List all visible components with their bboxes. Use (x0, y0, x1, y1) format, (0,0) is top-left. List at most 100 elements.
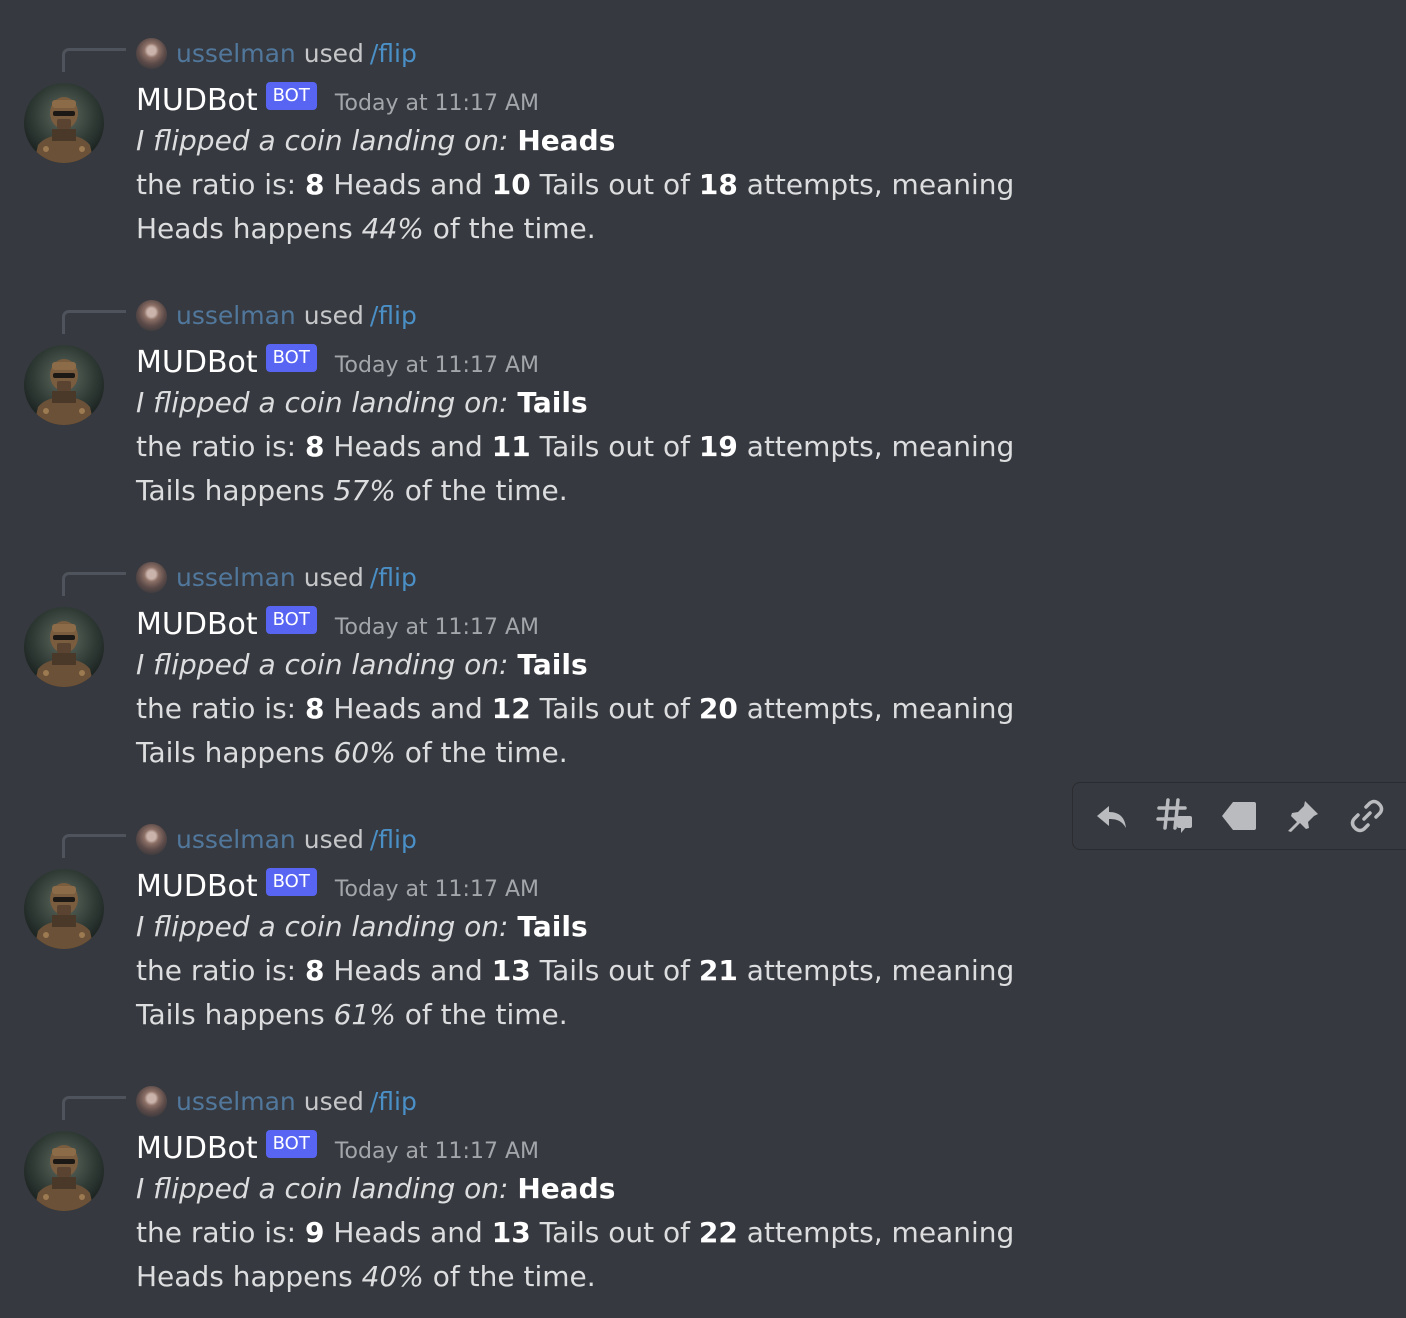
command-reply-context[interactable]: usselman used /flip (136, 1084, 417, 1118)
summary-percent: 57% (333, 474, 396, 507)
flip-result-value: Tails (517, 910, 588, 943)
reply-connector (62, 572, 126, 596)
mark-unread-button[interactable] (1213, 790, 1265, 842)
summary-side: Tails happens (136, 474, 325, 507)
reply-username[interactable]: usselman (176, 1087, 296, 1116)
ratio-lead: the ratio is: (136, 692, 297, 725)
command-reply-context[interactable]: usselman used /flip (136, 298, 417, 332)
reply-connector (62, 1096, 126, 1120)
heads-label: Heads and (333, 430, 483, 463)
ratio-lead: the ratio is: (136, 168, 297, 201)
reply-connector (62, 834, 126, 858)
message-header: MUDBot BOT Today at 11:17 AM (136, 78, 539, 122)
author-name[interactable]: MUDBot (136, 1131, 258, 1166)
message-header: MUDBot BOT Today at 11:17 AM (136, 1126, 539, 1170)
avatar[interactable] (24, 83, 104, 163)
flip-result-line: I flipped a coin landing on: Heads (136, 124, 615, 157)
message-timestamp[interactable]: Today at 11:17 AM (335, 615, 539, 640)
reply-username[interactable]: usselman (176, 825, 296, 854)
message-actions-toolbar (1072, 782, 1406, 850)
flip-result-value: Tails (517, 386, 588, 419)
author-name[interactable]: MUDBot (136, 869, 258, 904)
pin-button[interactable] (1277, 790, 1329, 842)
reply-button[interactable] (1085, 790, 1137, 842)
summary-line: Tails happens 61% of the time. (136, 998, 568, 1031)
slash-command-link[interactable]: /flip (370, 39, 417, 68)
attempts-label: attempts, meaning (746, 692, 1015, 725)
user-mini-avatar[interactable] (136, 1085, 167, 1117)
message-timestamp[interactable]: Today at 11:17 AM (335, 353, 539, 378)
slash-command-link[interactable]: /flip (370, 563, 417, 592)
heads-label: Heads and (333, 1216, 483, 1249)
tails-label: Tails out of (539, 168, 691, 201)
slash-command-link[interactable]: /flip (370, 301, 417, 330)
message-timestamp[interactable]: Today at 11:17 AM (335, 91, 539, 116)
user-mini-avatar[interactable] (136, 823, 167, 855)
user-mini-avatar[interactable] (136, 37, 167, 69)
reply-used-label: used (303, 562, 364, 592)
author-name[interactable]: MUDBot (136, 345, 258, 380)
summary-side: Heads happens (136, 1260, 353, 1293)
command-reply-context[interactable]: usselman used /flip (136, 560, 417, 594)
bot-badge: BOT (265, 82, 317, 110)
attempts-count: 20 (698, 692, 738, 725)
reply-used-label: used (303, 1086, 364, 1116)
tails-count: 13 (491, 954, 531, 987)
command-reply-context[interactable]: usselman used /flip (136, 36, 417, 70)
flip-result-line: I flipped a coin landing on: Heads (136, 1172, 615, 1205)
flip-result-prefix: I flipped a coin landing on: (136, 124, 509, 157)
summary-tail: of the time. (432, 212, 596, 245)
chat-message: usselman used /flip MUDBot BOT Today at … (0, 524, 1406, 786)
tails-count: 11 (491, 430, 531, 463)
reply-username[interactable]: usselman (176, 563, 296, 592)
user-mini-avatar[interactable] (136, 561, 167, 593)
reply-username[interactable]: usselman (176, 39, 296, 68)
copy-link-button[interactable] (1341, 790, 1393, 842)
heads-label: Heads and (333, 168, 483, 201)
message-header: MUDBot BOT Today at 11:17 AM (136, 864, 539, 908)
attempts-label: attempts, meaning (746, 954, 1015, 987)
message-timestamp[interactable]: Today at 11:17 AM (335, 1139, 539, 1164)
ratio-line: the ratio is: 8 Heads and 13 Tails out o… (136, 954, 1014, 987)
avatar[interactable] (24, 1131, 104, 1211)
reply-used-label: used (303, 38, 364, 68)
flip-result-prefix: I flipped a coin landing on: (136, 386, 509, 419)
create-thread-button[interactable] (1149, 790, 1201, 842)
summary-line: Heads happens 44% of the time. (136, 212, 596, 245)
flip-result-value: Heads (517, 1172, 616, 1205)
author-name[interactable]: MUDBot (136, 83, 258, 118)
slash-command-link[interactable]: /flip (370, 825, 417, 854)
author-name[interactable]: MUDBot (136, 607, 258, 642)
create-thread-icon (1156, 798, 1192, 833)
avatar[interactable] (24, 607, 104, 687)
summary-percent: 40% (361, 1260, 424, 1293)
reply-username[interactable]: usselman (176, 301, 296, 330)
message-timestamp[interactable]: Today at 11:17 AM (335, 877, 539, 902)
summary-tail: of the time. (404, 998, 568, 1031)
flip-result-line: I flipped a coin landing on: Tails (136, 386, 588, 419)
ratio-lead: the ratio is: (136, 1216, 297, 1249)
flip-result-prefix: I flipped a coin landing on: (136, 1172, 509, 1205)
summary-line: Tails happens 57% of the time. (136, 474, 568, 507)
reply-used-label: used (303, 300, 364, 330)
flip-result-prefix: I flipped a coin landing on: (136, 910, 509, 943)
pin-icon (1288, 801, 1318, 832)
reply-used-label: used (303, 824, 364, 854)
summary-tail: of the time. (404, 736, 568, 769)
chat-message: usselman used /flip MUDBot BOT Today at … (0, 0, 1406, 262)
avatar[interactable] (24, 345, 104, 425)
slash-command-link[interactable]: /flip (370, 1087, 417, 1116)
summary-percent: 44% (361, 212, 424, 245)
tails-label: Tails out of (539, 1216, 691, 1249)
command-reply-context[interactable]: usselman used /flip (136, 822, 417, 856)
tails-label: Tails out of (539, 430, 691, 463)
attempts-count: 19 (698, 430, 738, 463)
user-mini-avatar[interactable] (136, 299, 167, 331)
summary-percent: 61% (333, 998, 396, 1031)
summary-line: Tails happens 60% of the time. (136, 736, 568, 769)
summary-tail: of the time. (432, 1260, 596, 1293)
message-header: MUDBot BOT Today at 11:17 AM (136, 602, 539, 646)
attempts-label: attempts, meaning (746, 430, 1015, 463)
avatar[interactable] (24, 869, 104, 949)
flip-result-line: I flipped a coin landing on: Tails (136, 648, 588, 681)
